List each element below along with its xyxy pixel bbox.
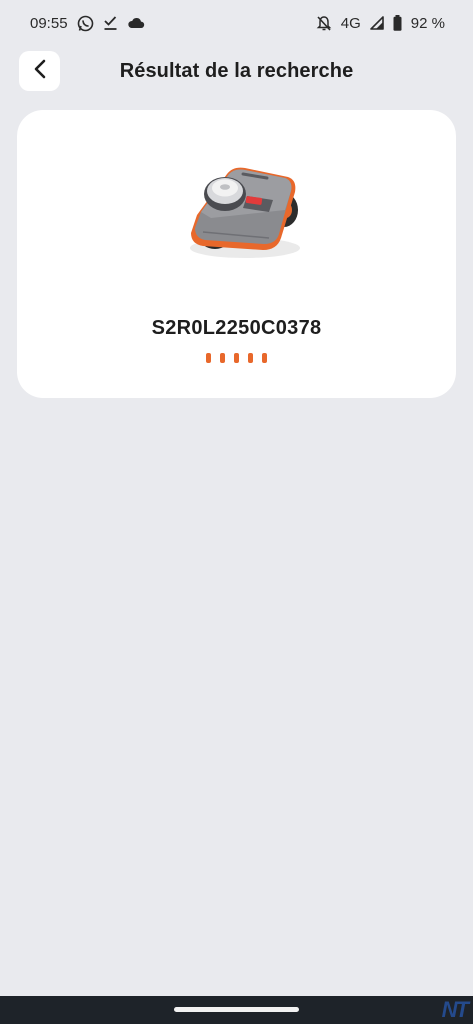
watermark-logo: NT — [441, 997, 469, 1022]
loading-indicator — [17, 353, 456, 363]
loading-dot — [206, 353, 211, 363]
home-indicator[interactable] — [174, 1007, 299, 1012]
checkmark-download-icon — [103, 15, 118, 31]
loading-dot — [262, 353, 267, 363]
signal-icon — [369, 16, 384, 30]
status-bar: 09:55 4G 92 % — [0, 0, 473, 46]
network-type: 4G — [340, 14, 361, 32]
status-time: 09:55 — [30, 14, 68, 32]
whatsapp-icon — [77, 15, 94, 32]
device-result-card[interactable]: S2R0L2250C0378 — [17, 110, 456, 398]
navigation-bar: NT — [0, 996, 473, 1024]
loading-dot — [234, 353, 239, 363]
battery-percent: 92 % — [410, 14, 445, 32]
status-bar-right: 4G 92 % — [316, 15, 445, 32]
cloud-icon — [127, 16, 145, 30]
status-bar-left: 09:55 — [30, 15, 145, 32]
robot-mower-image — [185, 160, 305, 270]
page-title: Résultat de la recherche — [119, 60, 354, 82]
device-serial-number: S2R0L2250C0378 — [151, 317, 322, 339]
header: Résultat de la recherche — [0, 50, 473, 92]
loading-dot — [220, 353, 225, 363]
notifications-off-icon — [316, 15, 332, 32]
loading-dot — [248, 353, 253, 363]
battery-icon — [393, 15, 402, 31]
